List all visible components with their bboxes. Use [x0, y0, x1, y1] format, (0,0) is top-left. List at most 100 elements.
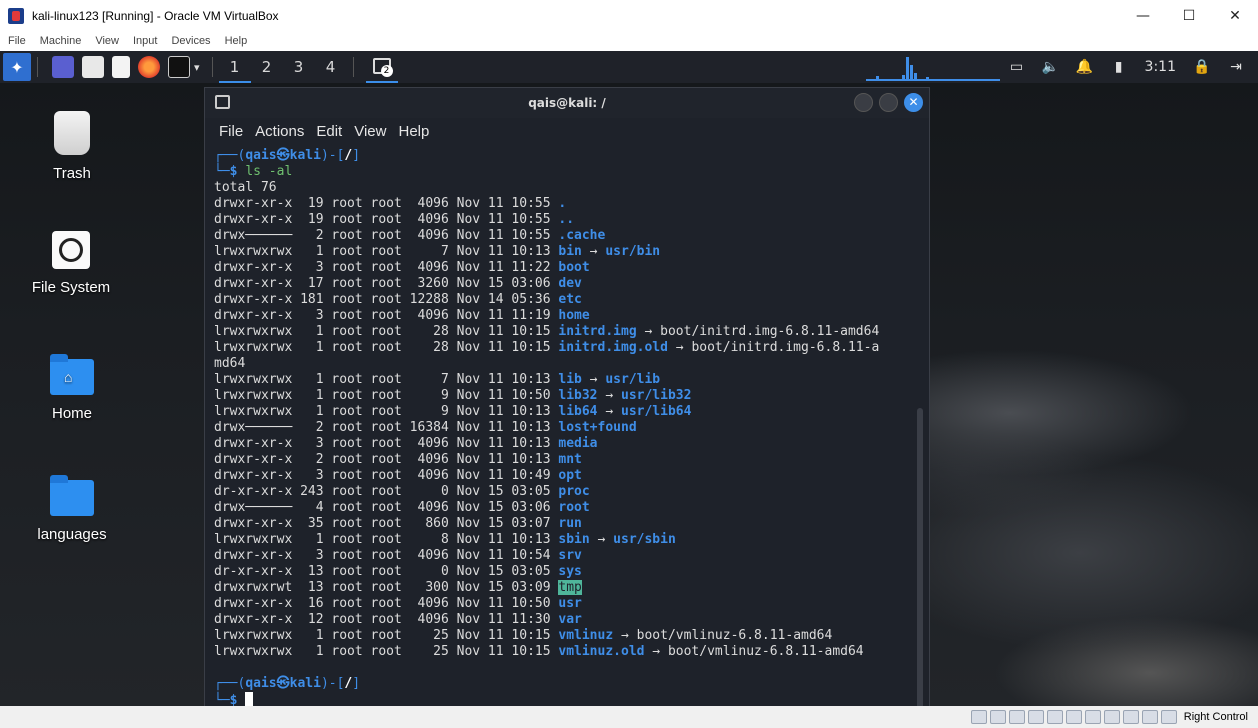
prompt-line: ┌──(qais㉿kali)-[/]	[214, 148, 361, 163]
optical-drive-icon[interactable]	[989, 710, 1006, 724]
keyboard-icon[interactable]	[1160, 710, 1177, 724]
battery-icon[interactable]: ▮	[1107, 51, 1131, 83]
trash-icon	[54, 111, 90, 155]
listing-row: lrwxrwxrwx 1 root root 7 Nov 11 10:13 li…	[214, 372, 929, 388]
terminal-icon	[215, 95, 230, 109]
terminal-window: qais@kali: / ✕ File Actions Edit View He…	[204, 87, 930, 706]
terminal-title-bar[interactable]: qais@kali: / ✕	[205, 88, 929, 118]
taskbar-terminal-button[interactable]: 2	[365, 51, 398, 83]
desktop-icon-label: languages	[37, 526, 107, 543]
listing-row: drwxr-xr-x 2 root root 4096 Nov 11 10:13…	[214, 452, 929, 468]
logout-icon[interactable]: ⇥	[1224, 51, 1248, 83]
hard-disk-icon[interactable]	[970, 710, 987, 724]
desktop-icon-trash[interactable]: Trash	[12, 111, 132, 182]
entry-meta: lrwxrwxrwx 1 root root 25 Nov 11 10:15	[214, 644, 559, 659]
display-icon[interactable]: ▭	[1005, 51, 1029, 83]
listing: drwxr-xr-x 19 root root 4096 Nov 11 10:5…	[214, 196, 929, 660]
workspace-2[interactable]: 2	[251, 51, 283, 83]
entry-name: sys	[558, 564, 582, 579]
minimize-icon[interactable]: —	[1120, 0, 1166, 31]
show-desktop-icon[interactable]	[52, 56, 74, 78]
symlink-arrow: →	[589, 532, 614, 547]
kali-menu-icon[interactable]: ✦	[3, 53, 31, 81]
symlink-target: boot/initrd.img-6.8.11-amd64	[660, 324, 880, 339]
entry-name: lib	[558, 372, 582, 387]
usb-icon[interactable]	[1046, 710, 1063, 724]
entry-meta: dr-xr-xr-x 243 root root 0 Nov 15 03:05	[214, 484, 559, 499]
entry-meta: drwx────── 2 root root 4096 Nov 11 10:55	[214, 228, 559, 243]
minimize-button[interactable]	[854, 93, 873, 112]
listing-row: dr-xr-xr-x 13 root root 0 Nov 15 03:05 s…	[214, 564, 929, 580]
notification-bell-icon[interactable]: 🔔	[1073, 51, 1097, 83]
host-menu-machine[interactable]: Machine	[40, 35, 82, 47]
listing-row: drwxr-xr-x 16 root root 4096 Nov 11 10:5…	[214, 596, 929, 612]
terminal-menu-edit[interactable]: Edit	[316, 123, 342, 140]
entry-name: ..	[558, 212, 575, 227]
listing-row: lrwxrwxrwx 1 root root 9 Nov 11 10:13 li…	[214, 404, 929, 420]
workspace-1[interactable]: 1	[218, 51, 251, 83]
host-menu-file[interactable]: File	[8, 35, 26, 47]
host-menu-view[interactable]: View	[95, 35, 119, 47]
recording-icon[interactable]	[1103, 710, 1120, 724]
terminal-menu-view[interactable]: View	[354, 123, 386, 140]
host-menu-help[interactable]: Help	[225, 35, 248, 47]
display-settings-icon[interactable]	[1084, 710, 1101, 724]
listing-row: drwx────── 2 root root 4096 Nov 11 10:55…	[214, 228, 929, 244]
scrollbar[interactable]	[917, 408, 923, 706]
symlink-target: usr/sbin	[613, 532, 676, 547]
entry-meta: drwxr-xr-x 3 root root 4096 Nov 11 10:13	[214, 436, 559, 451]
host-menu-devices[interactable]: Devices	[171, 35, 210, 47]
listing-row: drwxr-xr-x 3 root root 4096 Nov 11 11:22…	[214, 260, 929, 276]
shared-folders-icon[interactable]	[1065, 710, 1082, 724]
folder-icon	[50, 475, 94, 516]
file-manager-icon[interactable]	[82, 56, 104, 78]
entry-name: boot	[558, 260, 590, 275]
terminal-title: qais@kali: /	[528, 96, 606, 110]
symlink-arrow: →	[597, 404, 621, 419]
host-window-title: kali-linux123 [Running] - Oracle VM Virt…	[32, 8, 279, 23]
terminal-menu-actions[interactable]: Actions	[255, 123, 304, 140]
desktop-icon-label: Home	[51, 405, 92, 422]
input-line[interactable]: └─$	[214, 692, 929, 706]
home-folder-icon: ⌂	[50, 354, 94, 395]
terminal-menu-file[interactable]: File	[219, 123, 243, 140]
entry-name: bin	[558, 244, 582, 259]
close-button[interactable]: ✕	[904, 93, 923, 112]
entry-meta: lrwxrwxrwx 1 root root 9 Nov 11 10:13	[214, 404, 559, 419]
listing-row: drwx────── 2 root root 16384 Nov 11 10:1…	[214, 420, 929, 436]
maximize-button[interactable]	[879, 93, 898, 112]
desktop-icon-file-system[interactable]: File System	[11, 231, 131, 296]
listing-row: lrwxrwxrwx 1 root root 7 Nov 11 10:13 bi…	[214, 244, 929, 260]
firefox-icon[interactable]	[138, 56, 160, 78]
total-line: total 76	[214, 180, 277, 195]
entry-meta: drwxr-xr-x 3 root root 4096 Nov 11 10:49	[214, 468, 559, 483]
close-icon[interactable]: ✕	[1212, 0, 1258, 31]
text-editor-icon[interactable]	[112, 56, 130, 78]
network-icon[interactable]	[1027, 710, 1044, 724]
workspace-3[interactable]: 3	[283, 51, 315, 83]
mouse-integration-icon[interactable]	[1141, 710, 1158, 724]
desktop-icon-languages[interactable]: languages	[12, 475, 132, 543]
clock[interactable]: 3:11	[1145, 59, 1176, 75]
cpu-activity-icon[interactable]	[1122, 710, 1139, 724]
entry-meta: drwxr-xr-x 17 root root 3260 Nov 15 03:0…	[214, 276, 559, 291]
symlink-target: usr/lib64	[621, 404, 692, 419]
lock-icon[interactable]: 🔒	[1190, 51, 1214, 83]
terminal-output[interactable]: ┌──(qais㉿kali)-[/] └─$ ls -al total 76 d…	[205, 144, 929, 706]
volume-icon[interactable]: 🔈	[1039, 51, 1063, 83]
entry-meta: drwxrwxrwt 13 root root 300 Nov 15 03:09	[214, 580, 559, 595]
desktop-icon-home[interactable]: ⌂ Home	[12, 354, 132, 422]
symlink-arrow: →	[581, 244, 606, 259]
terminal-menu-help[interactable]: Help	[398, 123, 429, 140]
entry-name: lost+found	[558, 420, 637, 435]
chevron-down-icon[interactable]: ▾	[194, 61, 200, 74]
entry-meta: drwxr-xr-x 16 root root 4096 Nov 11 10:5…	[214, 596, 559, 611]
listing-row: drwxr-xr-x 3 root root 4096 Nov 11 10:54…	[214, 548, 929, 564]
workspace-4[interactable]: 4	[315, 51, 347, 83]
host-menu-input[interactable]: Input	[133, 35, 157, 47]
audio-icon[interactable]	[1008, 710, 1025, 724]
maximize-icon[interactable]: ☐	[1166, 0, 1212, 31]
entry-meta: drwxr-xr-x 19 root root 4096 Nov 11 10:5…	[214, 212, 559, 227]
entry-meta: lrwxrwxrwx 1 root root 28 Nov 11 10:15	[214, 324, 559, 339]
terminal-launcher-icon[interactable]	[168, 56, 190, 78]
